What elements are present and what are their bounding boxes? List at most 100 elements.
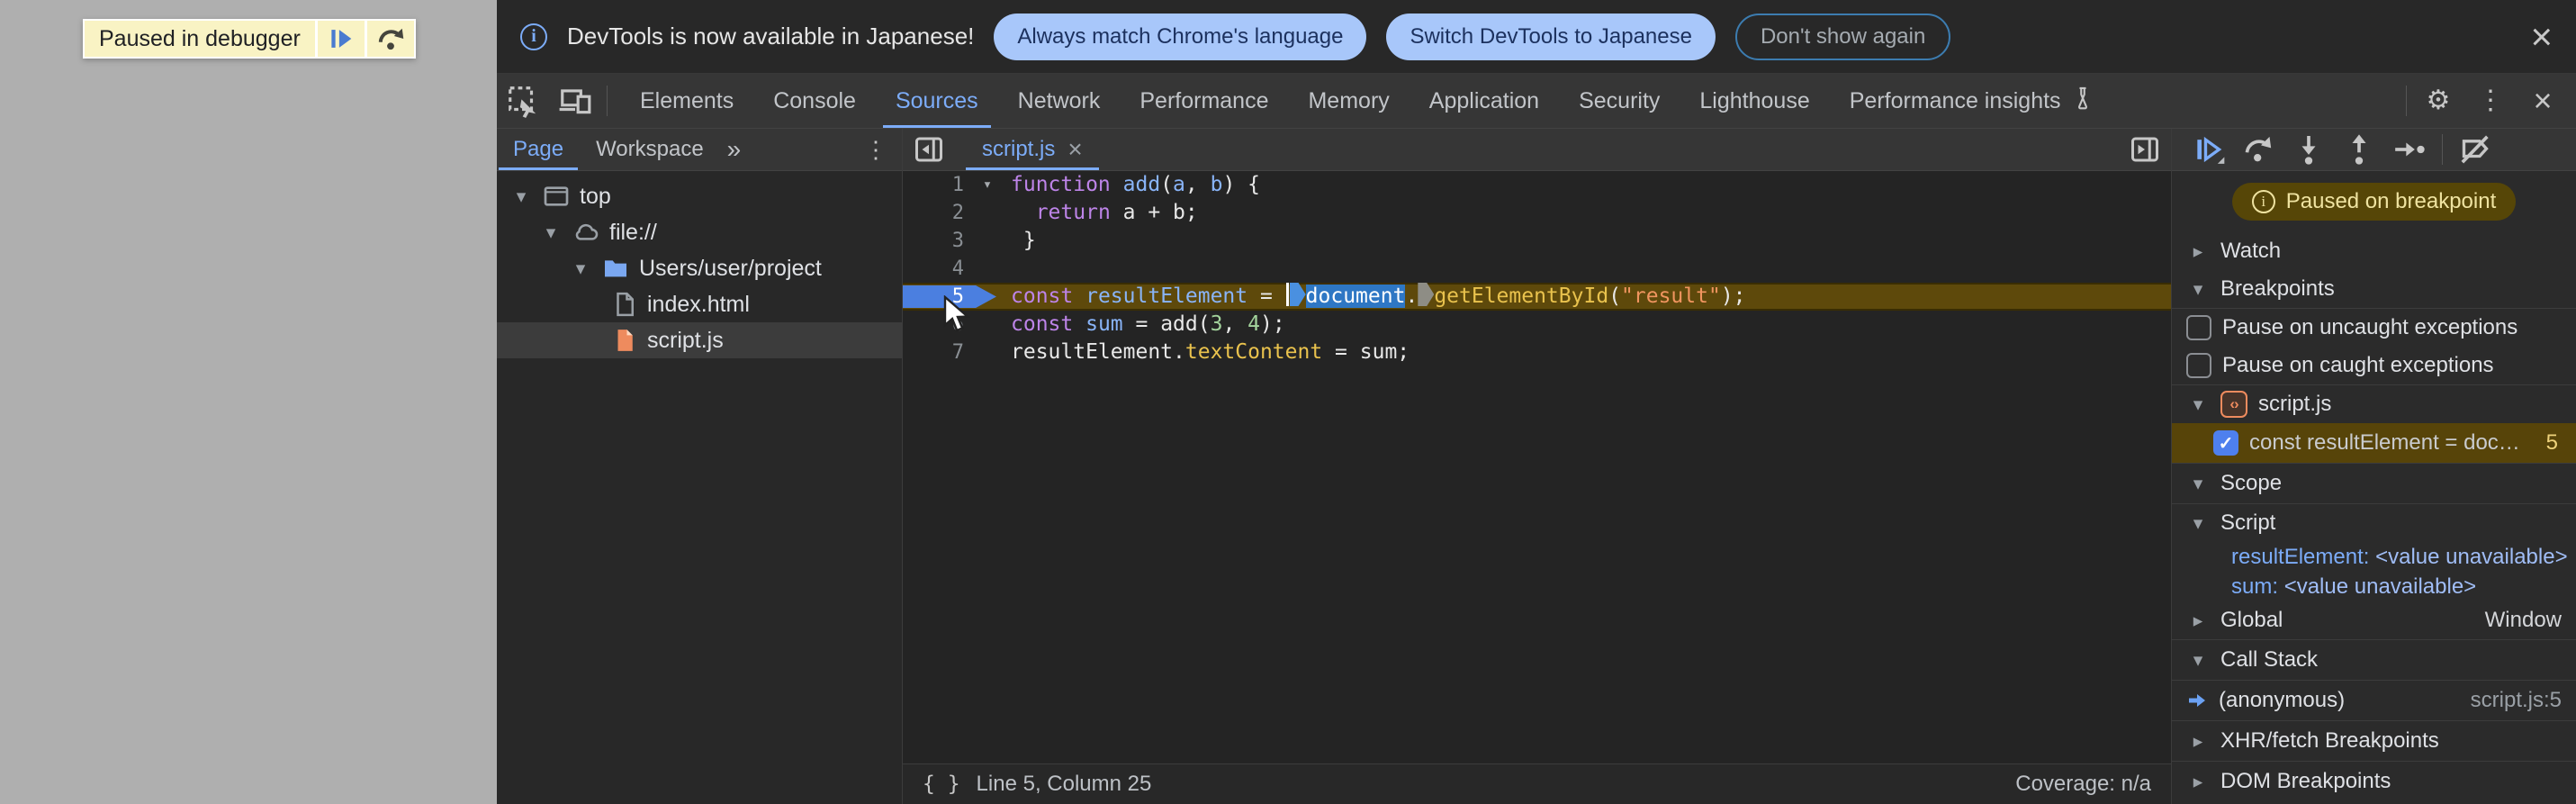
code-line-content[interactable]: return a + b; [1002,199,1198,227]
scope-variable[interactable]: sum: <value unavailable> [2172,572,2576,601]
code-token: ); [1720,285,1746,308]
call-stack-frame[interactable]: (anonymous) script.js:5 [2172,681,2576,720]
execution-line: 5 const resultElement = document. getEleme… [903,283,2171,311]
pause-caught-checkbox[interactable] [2186,353,2211,378]
call-stack-section-header[interactable]: ▾ Call Stack [2172,640,2576,680]
resume-button[interactable] [2184,129,2231,170]
caret-down-icon[interactable]: ▾ [569,257,592,280]
code-token: = [1247,285,1285,308]
device-toolbar-button[interactable] [549,74,601,128]
caret-down-icon[interactable]: ▾ [509,185,533,208]
code-line: 2 return a + b; [903,199,2171,227]
editor-tab-scriptjs[interactable]: script.js × [964,129,1101,170]
code-token: document [1305,285,1406,308]
scope-script-group[interactable]: ▾ Script [2172,504,2576,542]
tree-item-users-user-project[interactable]: ▾ Users/user/project [497,250,902,286]
tab-label: Network [1017,87,1101,113]
code-line: 4 [903,255,2171,283]
fold-gutter [973,339,1002,366]
tree-item-file[interactable]: ▾ file:// [497,214,902,250]
tree-item-label: file:// [609,219,657,245]
close-devtools-button[interactable]: × [2517,74,2569,128]
code-editor[interactable]: 1 ▾ function add(a, b) {2 return a + b; 3 }… [903,171,2171,763]
scope-section-header[interactable]: ▾ Scope [2172,464,2576,503]
code-token: getElementById [1434,285,1609,308]
code-token: resultElement [1085,285,1248,308]
tab-label: Memory [1308,87,1390,113]
tab-elements[interactable]: Elements [620,74,753,128]
tab-sources[interactable]: Sources [876,74,998,128]
tab-performance-insights[interactable]: Performance insights [1830,74,2115,128]
code-line-content[interactable]: const resultElement = document. getElemen… [1002,283,1746,311]
scope-label: Scope [2220,471,2283,495]
breakpoint-entry[interactable]: ✓ const resultElement = doc… 5 [2172,423,2576,463]
step-into-button[interactable] [2285,129,2332,170]
watch-section-header[interactable]: ▸ Watch [2172,232,2576,270]
caret-down-icon: ▾ [2193,649,2203,671]
code-line-content[interactable]: function add(a, b) { [1002,171,1260,199]
expand-panel-icon [2131,137,2158,162]
step-out-button[interactable] [2336,129,2382,170]
breakpoint-file-group[interactable]: ▾ ‹› script.js [2172,385,2576,423]
tree-item-label: top [580,183,611,209]
hide-navigator-button[interactable] [903,129,955,170]
variable-name: resultElement [2231,544,2364,569]
tab-label: Sources [895,87,978,113]
code-token: } [1011,229,1036,252]
scope-variable[interactable]: resultElement: <value unavailable> [2172,542,2576,572]
code-token: "result" [1621,285,1721,308]
dont-show-again-button[interactable]: Don't show again [1734,13,1951,60]
inspect-element-button[interactable] [497,74,549,128]
code-line-content[interactable]: } [1002,227,1036,255]
line-number-gutter[interactable]: 2 [903,199,973,227]
code-token: ) { [1222,173,1261,196]
show-debugger-sidebar-button[interactable] [2119,129,2171,170]
caret-down-icon[interactable]: ▾ [539,221,563,244]
navigator-more-options-button[interactable]: ⋮ [850,129,902,170]
tab-network[interactable]: Network [998,74,1121,128]
tab-application[interactable]: Application [1410,74,1559,128]
fold-arrow-icon[interactable]: ▾ [973,171,1002,199]
line-number-gutter[interactable]: 7 [903,339,973,366]
code-line-content[interactable]: resultElement.textContent = sum; [1002,339,1410,366]
deactivate-breakpoints-icon [2461,135,2489,164]
pause-caught-row[interactable]: Pause on caught exceptions [2172,347,2576,384]
step-over-button[interactable] [2235,129,2282,170]
deactivate-breakpoints-button[interactable] [2452,129,2499,170]
close-tab-icon[interactable]: × [1067,135,1082,164]
code-line-content[interactable]: const sum = add(3, 4); [1002,311,1285,339]
tree-item-top[interactable]: ▾ top [497,178,902,214]
navigator-tab-workspace[interactable]: Workspace [580,129,720,170]
tree-item-script-js[interactable]: script.js [497,322,902,358]
pause-uncaught-row[interactable]: Pause on uncaught exceptions [2172,309,2576,347]
settings-button[interactable]: ⚙ [2412,74,2464,128]
resume-script-button[interactable] [317,21,365,57]
paused-in-debugger-banner: Paused in debugger [83,19,416,59]
line-number-gutter[interactable]: 1 [903,171,973,199]
more-tabs-icon[interactable]: » [720,135,749,164]
tab-security[interactable]: Security [1559,74,1680,128]
xhr-breakpoints-section-header[interactable]: ▸ XHR/fetch Breakpoints [2172,721,2576,761]
notification-close-icon[interactable]: × [2530,17,2553,56]
step-button[interactable] [2386,129,2433,170]
scope-global-group[interactable]: ▸ Global Window [2172,601,2576,639]
tree-item-index-html[interactable]: index.html [497,286,902,322]
navigator-tab-page[interactable]: Page [497,129,580,170]
tab-console[interactable]: Console [753,74,876,128]
editor-pane: script.js × 1 ▾ function add(a, b) {2 retu… [903,129,2172,804]
always-match-language-button[interactable]: Always match Chrome's language [994,13,1367,60]
dom-breakpoints-section-header[interactable]: ▸ DOM Breakpoints [2172,762,2576,801]
pause-uncaught-checkbox[interactable] [2186,315,2211,340]
line-number-gutter[interactable]: 3 [903,227,973,255]
tab-performance[interactable]: Performance [1120,74,1288,128]
step-over-button[interactable] [366,21,414,57]
line-number-gutter[interactable]: 4 [903,255,973,283]
pretty-print-icon[interactable]: { } [923,772,960,796]
breakpoints-section-header[interactable]: ▾ Breakpoints [2172,270,2576,308]
breakpoint-checkbox[interactable]: ✓ [2213,430,2238,456]
code-line-content[interactable] [1002,255,1011,283]
tab-lighthouse[interactable]: Lighthouse [1680,74,1829,128]
switch-to-japanese-button[interactable]: Switch DevTools to Japanese [1386,13,1716,60]
tab-memory[interactable]: Memory [1288,74,1409,128]
more-options-button[interactable]: ⋮ [2464,74,2517,128]
